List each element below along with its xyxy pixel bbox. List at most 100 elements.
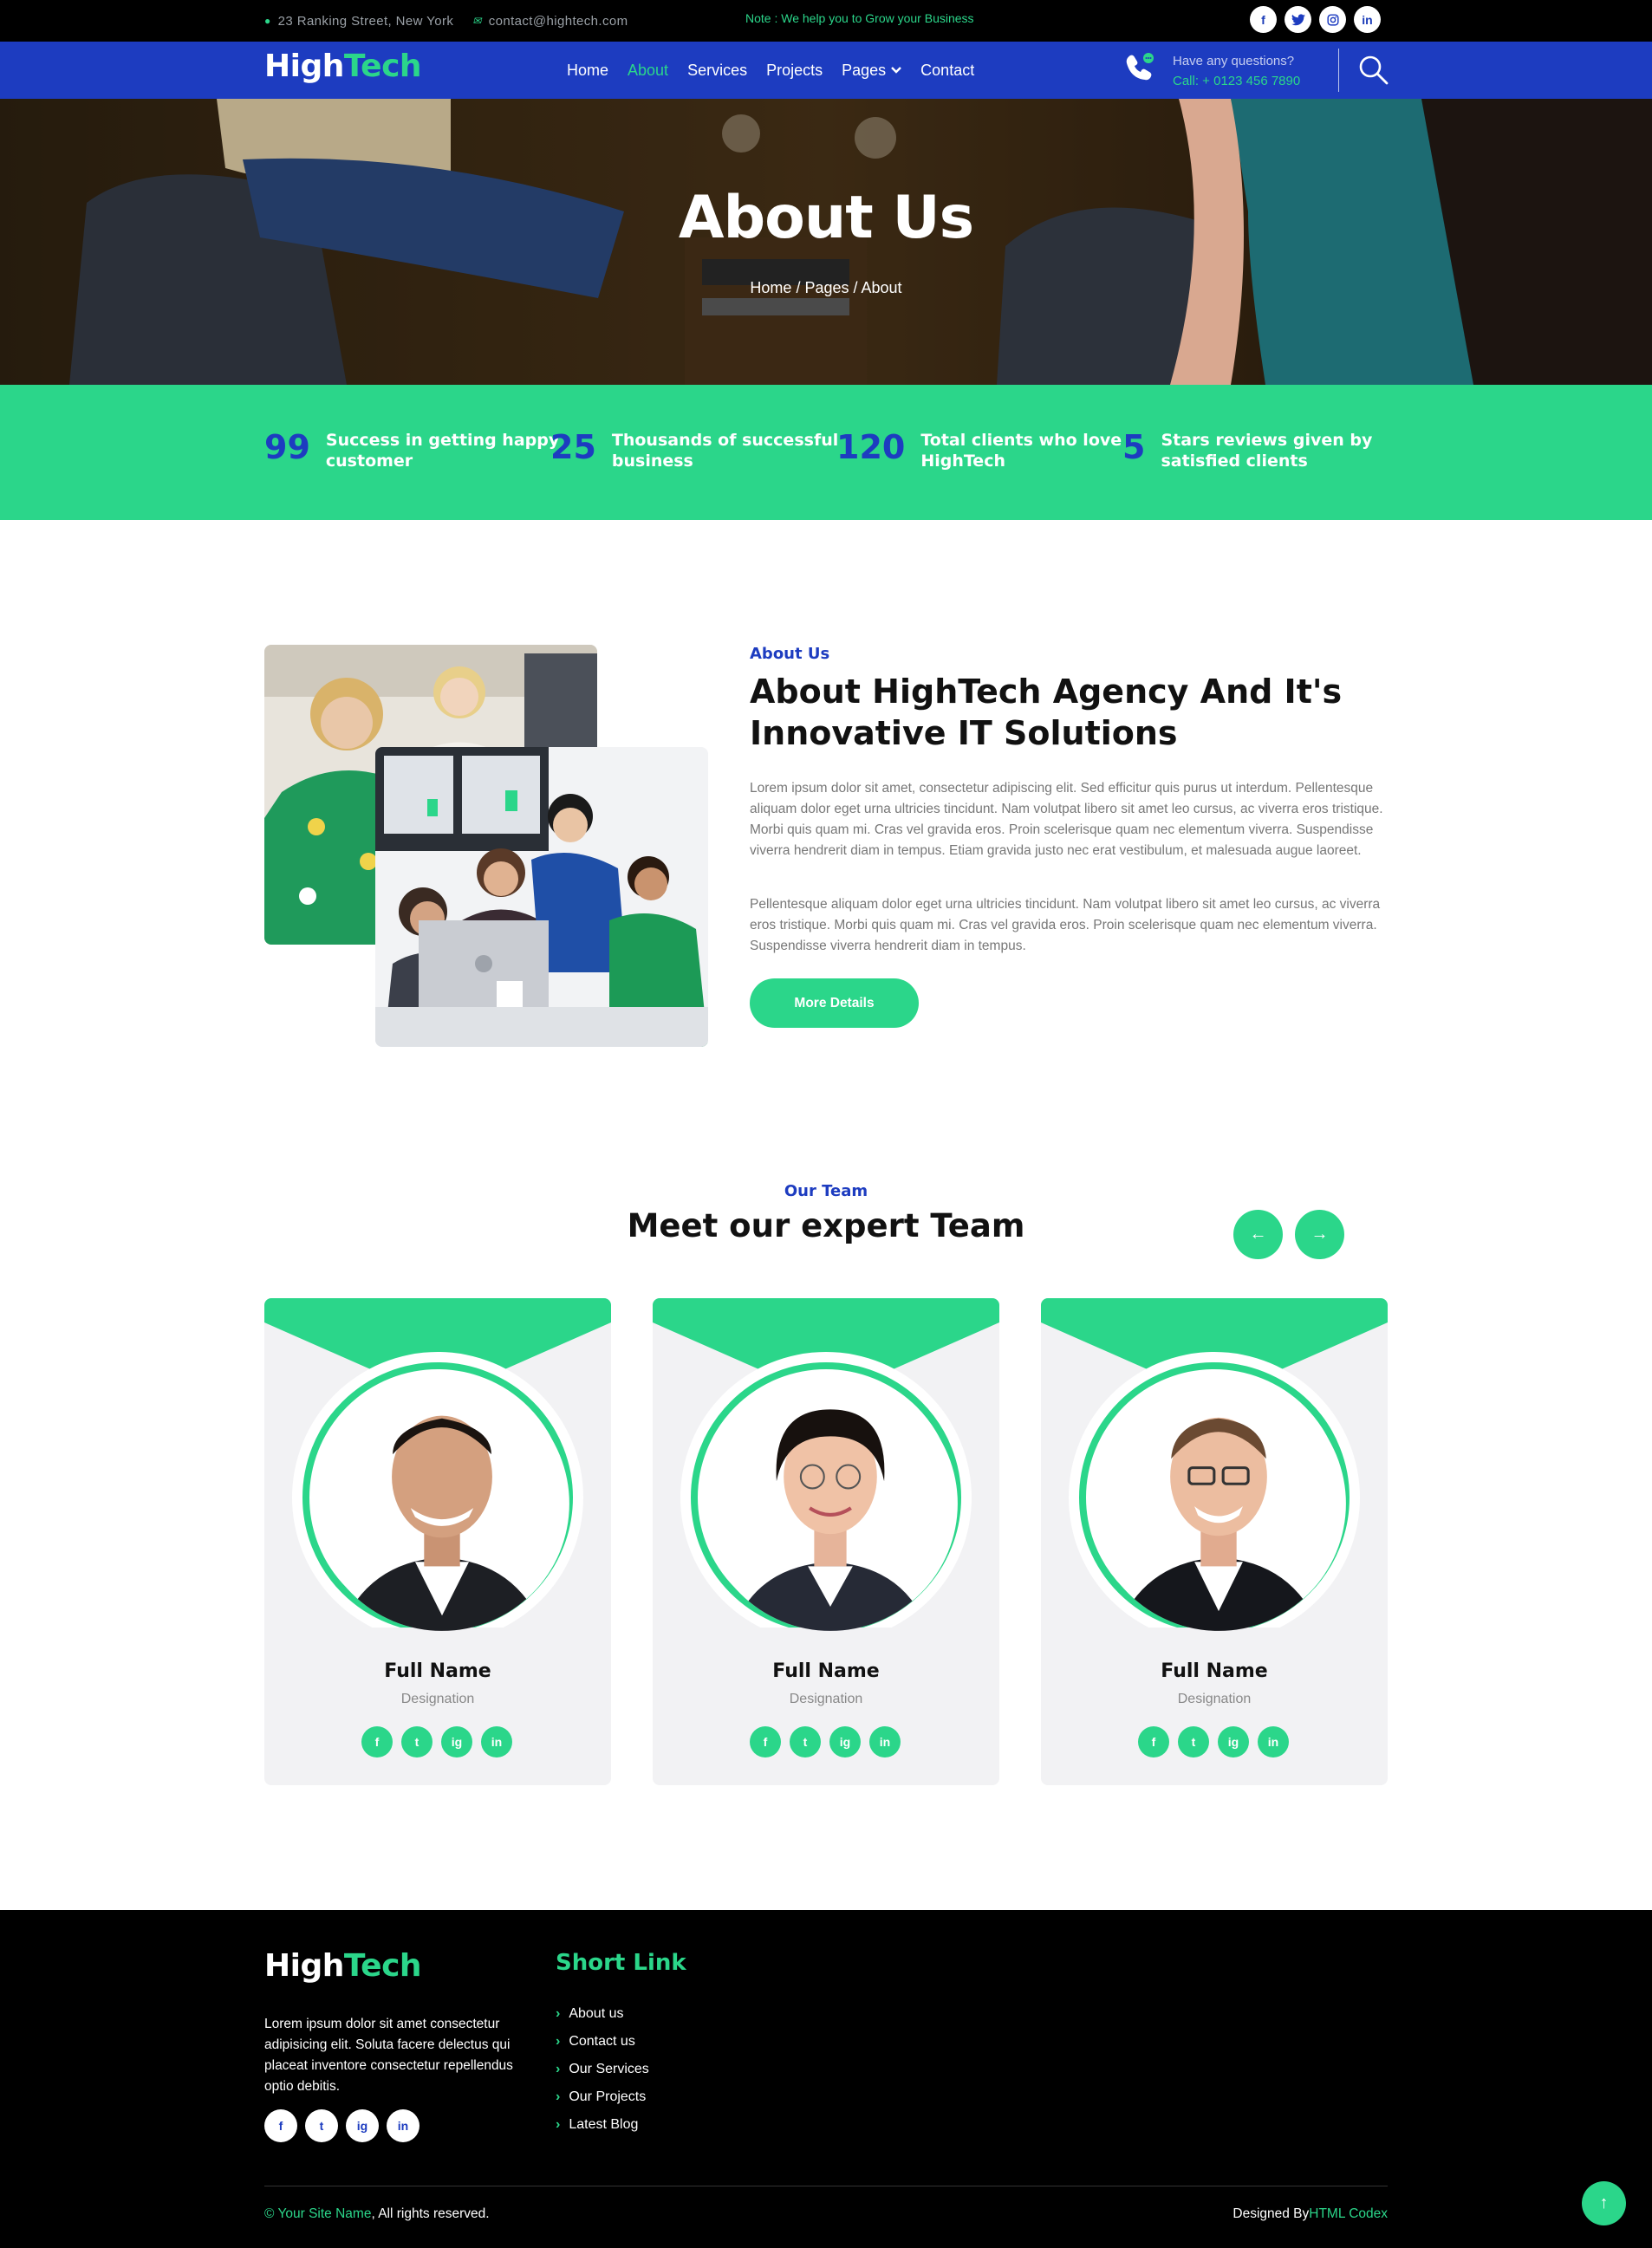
twitter-icon[interactable]: t: [305, 2109, 338, 2142]
page-title: About Us: [678, 184, 974, 252]
team-member-designation: Designation: [1177, 1692, 1252, 1706]
linkedin-icon[interactable]: in: [387, 2109, 420, 2142]
twitter-icon[interactable]: [1285, 6, 1311, 33]
nav-divider: [1338, 49, 1339, 92]
footer-description: Lorem ipsum dolor sit amet consectetur a…: [264, 2017, 513, 2094]
navbar: HighTech Home About Services Projects Pa…: [0, 42, 1652, 99]
top-social-links: f in: [1250, 6, 1381, 33]
linkedin-icon[interactable]: in: [1258, 1726, 1289, 1757]
footer: HighTech Lorem ipsum dolor sit amet cons…: [0, 1910, 1652, 2248]
linkedin-icon[interactable]: in: [1354, 6, 1381, 33]
chevron-right-icon: ›: [556, 2062, 561, 2076]
phone-icon: [1123, 50, 1158, 85]
team-card: Full Name Designation f t ig in: [653, 1298, 999, 1785]
email-item[interactable]: ✉ contact@hightech.com: [472, 14, 628, 29]
team-member-social: f t ig in: [361, 1726, 512, 1757]
top-note: Note : We help you to Grow your Business: [745, 11, 974, 25]
team-card: Full Name Designation f t ig in: [264, 1298, 611, 1785]
nav-services[interactable]: Services: [687, 62, 747, 80]
instagram-icon[interactable]: ig: [441, 1726, 472, 1757]
instagram-icon[interactable]: ig: [346, 2109, 379, 2142]
short-link-list: › About us › Contact us › Our Services › Our…: [556, 2000, 649, 2139]
footer-link[interactable]: › Latest Blog: [556, 2111, 649, 2139]
designed-by: Designed ByHTML Codex: [1232, 2206, 1388, 2221]
search-icon[interactable]: [1357, 54, 1390, 87]
chevron-right-icon: ›: [556, 2006, 561, 2021]
team-member-photo: [703, 1376, 958, 1631]
team-member-designation: Designation: [789, 1692, 863, 1706]
breadcrumb-pages[interactable]: Pages: [804, 279, 849, 296]
main-menu: Home About Services Projects Pages Conta…: [567, 42, 974, 99]
map-marker-icon: ●: [264, 15, 271, 27]
team-member-photo: [1091, 1376, 1346, 1631]
team-member-name: Full Name: [1161, 1660, 1268, 1682]
facebook-icon[interactable]: f: [750, 1726, 781, 1757]
top-bar-contact: ● 23 Ranking Street, New York ✉ contact@hi…: [264, 0, 628, 42]
linkedin-icon[interactable]: in: [869, 1726, 901, 1757]
footer-link[interactable]: › Our Services: [556, 2056, 649, 2083]
facebook-icon[interactable]: f: [1250, 6, 1277, 33]
instagram-icon[interactable]: [1319, 6, 1346, 33]
team-subtitle: Our Team: [784, 1182, 868, 1200]
nav-about[interactable]: About: [628, 62, 668, 80]
footer-link[interactable]: › Contact us: [556, 2028, 649, 2056]
short-link-title: Short Link: [556, 1950, 686, 1976]
counter-item: 25 Thousands of successful business: [550, 428, 839, 471]
footer-link[interactable]: › About us: [556, 2000, 649, 2028]
about-image-front: [375, 747, 708, 1047]
facebook-icon[interactable]: f: [264, 2109, 297, 2142]
breadcrumb-current: About: [861, 279, 902, 296]
team-member-social: f t ig in: [750, 1726, 901, 1757]
page-header: About Us Home / Pages / About: [0, 99, 1652, 385]
envelope-icon: ✉: [472, 15, 482, 27]
about-title: About HighTech Agency And It's Innovative…: [750, 672, 1343, 752]
team-member-social: f t ig in: [1138, 1726, 1289, 1757]
chevron-right-icon: ›: [556, 2034, 561, 2049]
counter-item: 99 Success in getting happy customer: [264, 428, 560, 471]
contact-question: Have any questions? Call: + 0123 456 789…: [1173, 51, 1300, 91]
more-details-button[interactable]: More Details: [750, 978, 919, 1028]
footer-logo[interactable]: HighTech: [264, 1948, 422, 1984]
about-paragraph: Pellentesque aliquam dolor eget urna ult…: [750, 897, 1381, 953]
facebook-icon[interactable]: f: [1138, 1726, 1169, 1757]
footer-link[interactable]: › Our Projects: [556, 2083, 649, 2111]
chevron-right-icon: ›: [556, 2089, 561, 2104]
twitter-icon[interactable]: t: [1178, 1726, 1209, 1757]
nav-home[interactable]: Home: [567, 62, 608, 80]
copyright: © Your Site Name, All rights reserved.: [264, 2206, 490, 2221]
breadcrumb-home[interactable]: Home: [750, 279, 791, 296]
carousel-next-button[interactable]: →: [1295, 1210, 1344, 1259]
about-subtitle: About Us: [750, 645, 830, 663]
back-to-top-button[interactable]: ↑: [1582, 2181, 1626, 2225]
team-title: Meet our expert Team: [627, 1207, 1025, 1244]
designer-link[interactable]: HTML Codex: [1309, 2206, 1388, 2221]
footer-social-links: f t ig in: [264, 2109, 420, 2142]
nav-projects[interactable]: Projects: [766, 62, 823, 80]
twitter-icon[interactable]: t: [401, 1726, 433, 1757]
top-bar: ● 23 Ranking Street, New York ✉ contact@hi…: [0, 0, 1652, 42]
team-member-name: Full Name: [384, 1660, 491, 1682]
linkedin-icon[interactable]: in: [481, 1726, 512, 1757]
about-paragraph: Lorem ipsum dolor sit amet, consectetur …: [750, 781, 1383, 858]
instagram-icon[interactable]: ig: [829, 1726, 861, 1757]
nav-pages-dropdown[interactable]: Pages: [842, 62, 902, 80]
instagram-icon[interactable]: ig: [1218, 1726, 1249, 1757]
arrow-right-icon: →: [1311, 1225, 1329, 1244]
copyright-site-link[interactable]: © Your Site Name: [264, 2206, 371, 2221]
site-logo[interactable]: HighTech: [264, 49, 422, 84]
team-card: Full Name Designation f t ig in: [1041, 1298, 1388, 1785]
counter-item: 5 Stars reviews given by satisfied client…: [1122, 428, 1373, 471]
arrow-left-icon: ←: [1249, 1225, 1267, 1244]
nav-contact[interactable]: Contact: [920, 62, 974, 80]
counter-item: 120 Total clients who love HighTech: [836, 428, 1122, 471]
team-member-name: Full Name: [772, 1660, 880, 1682]
breadcrumb: Home / Pages / About: [750, 279, 902, 296]
carousel-prev-button[interactable]: ←: [1233, 1210, 1283, 1259]
twitter-icon[interactable]: t: [790, 1726, 821, 1757]
facebook-icon[interactable]: f: [361, 1726, 393, 1757]
counter-section: 99 Success in getting happy customer 25 T…: [0, 385, 1652, 520]
arrow-up-icon: ↑: [1599, 2193, 1609, 2212]
call-number[interactable]: Call: + 0123 456 7890: [1173, 71, 1300, 91]
team-member-photo: [315, 1376, 569, 1631]
chevron-down-icon: [891, 67, 902, 74]
